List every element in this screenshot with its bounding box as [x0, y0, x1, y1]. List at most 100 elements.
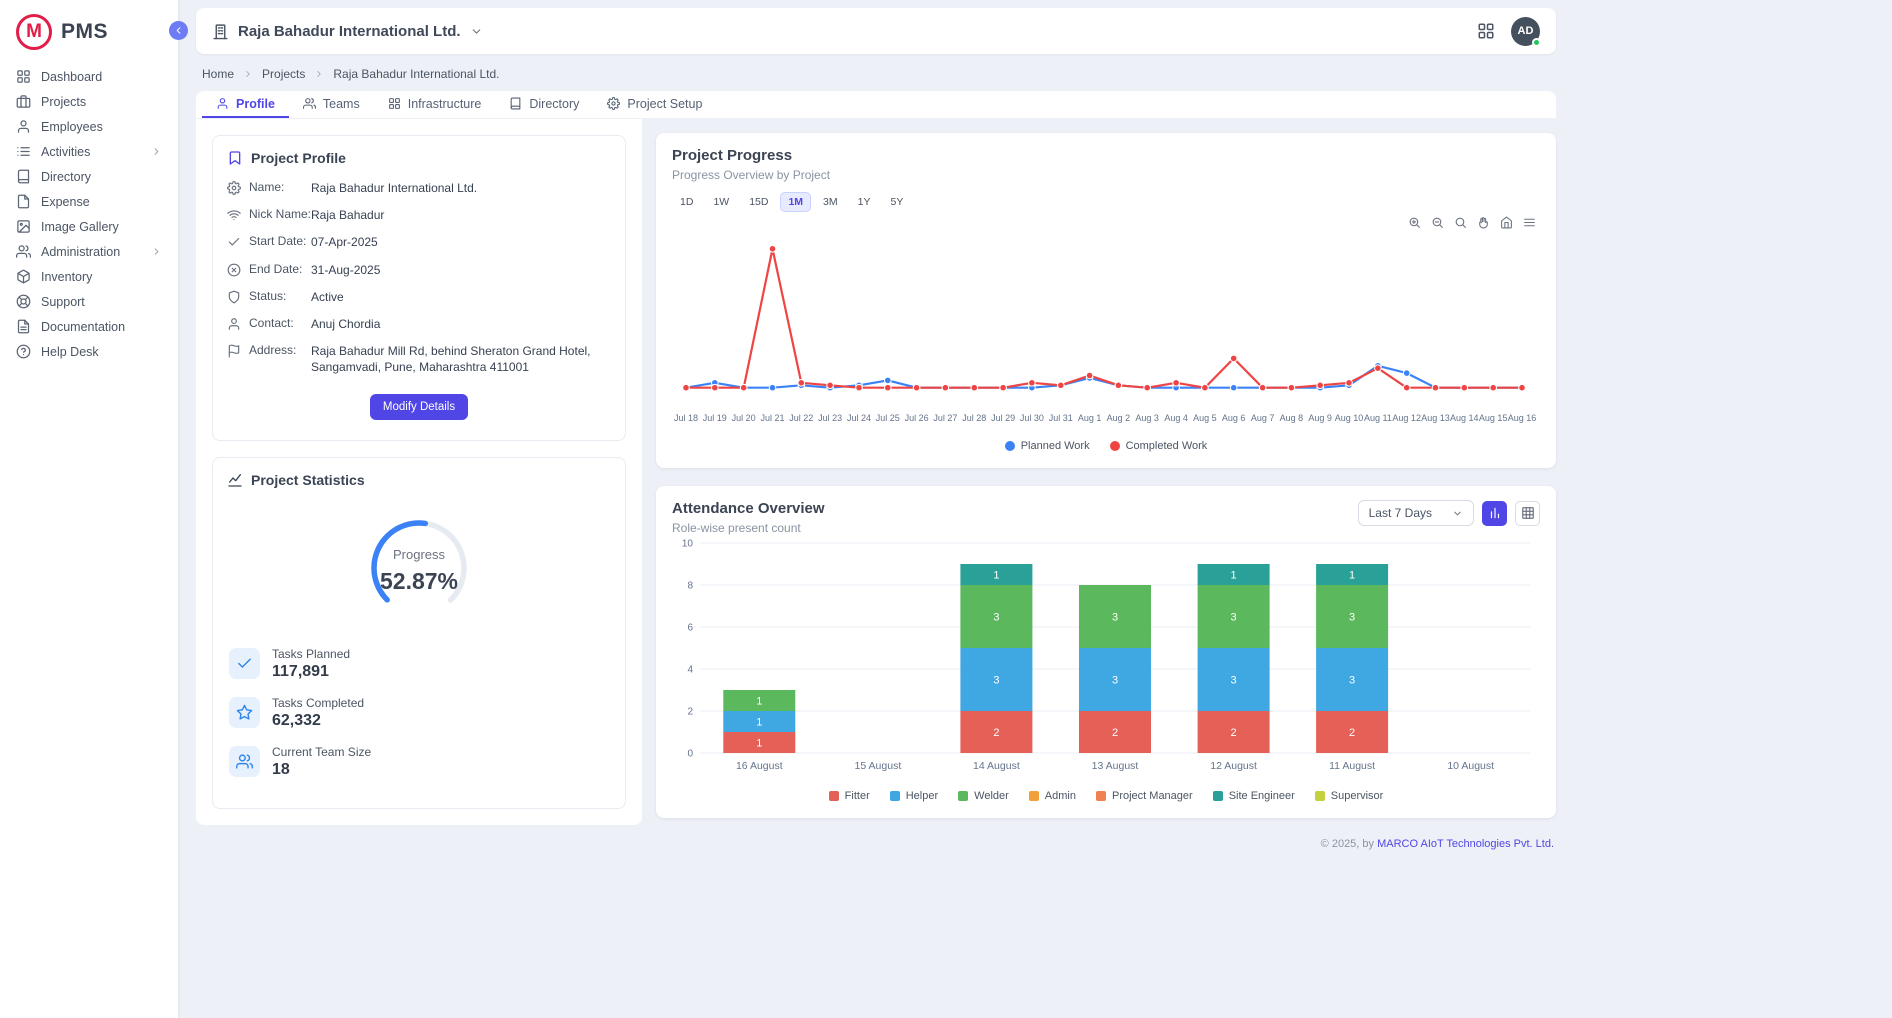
apps-menu-icon[interactable] — [1477, 22, 1495, 40]
svg-text:Jul 21: Jul 21 — [760, 413, 784, 423]
legend-item[interactable]: Admin — [1029, 790, 1076, 802]
table-view-toggle[interactable] — [1515, 501, 1540, 526]
tab-project-setup[interactable]: Project Setup — [593, 91, 716, 118]
svg-text:3: 3 — [993, 674, 999, 686]
bar-chart-icon — [1488, 506, 1502, 520]
legend-item[interactable]: Welder — [958, 790, 1009, 802]
stat-value: 18 — [272, 761, 371, 779]
tab-infrastructure[interactable]: Infrastructure — [374, 91, 496, 118]
attendance-chart[interactable]: 024681011116 August15 August233114 Augus… — [672, 535, 1540, 786]
zoom-in-icon[interactable] — [1408, 216, 1421, 229]
range-selector: 1D 1W 15D 1M 3M 1Y 5Y — [672, 192, 1540, 212]
sidebar-item-image-gallery[interactable]: Image Gallery — [0, 214, 178, 239]
field-name: Name: Raja Bahadur International Ltd. — [227, 180, 611, 196]
sidebar-item-inventory[interactable]: Inventory — [0, 264, 178, 289]
company-selector[interactable]: Raja Bahadur International Ltd. — [212, 23, 483, 40]
svg-text:Jul 23: Jul 23 — [818, 413, 842, 423]
breadcrumb-projects[interactable]: Projects — [262, 67, 305, 81]
sidebar-item-employees[interactable]: Employees — [0, 114, 178, 139]
legend-item[interactable]: Completed Work — [1110, 440, 1208, 452]
chevron-down-icon — [1452, 508, 1463, 519]
breadcrumb-home[interactable]: Home — [202, 67, 234, 81]
teams-tab-icon — [303, 97, 316, 110]
sidebar-item-label: Directory — [41, 170, 91, 184]
range-5y[interactable]: 5Y — [882, 192, 911, 212]
project-progress-chart[interactable]: Jul 18Jul 19Jul 20Jul 21Jul 22Jul 23Jul … — [672, 231, 1540, 436]
svg-text:Aug 12: Aug 12 — [1392, 413, 1421, 423]
range-15d[interactable]: 15D — [741, 192, 776, 212]
logo[interactable]: M PMS — [0, 10, 178, 64]
directory-icon — [16, 169, 31, 184]
legend-item[interactable]: Planned Work — [1005, 440, 1090, 452]
field-address: Address: Raja Bahadur Mill Rd, behind Sh… — [227, 343, 611, 375]
svg-text:3: 3 — [1231, 674, 1237, 686]
footer-company-link[interactable]: MARCO AIoT Technologies Pvt. Ltd. — [1377, 838, 1554, 850]
image-gallery-icon — [16, 219, 31, 234]
tab-label: Teams — [323, 97, 360, 111]
sidebar-item-help-desk[interactable]: Help Desk — [0, 339, 178, 364]
svg-text:10: 10 — [682, 539, 694, 550]
reset-zoom-icon[interactable] — [1500, 216, 1513, 229]
sidebar-item-support[interactable]: Support — [0, 289, 178, 314]
svg-text:8: 8 — [687, 581, 693, 592]
profile-tab-icon — [216, 97, 229, 110]
range-3m[interactable]: 3M — [815, 192, 846, 212]
chart-title: Attendance Overview — [672, 500, 825, 517]
logo-text: PMS — [61, 20, 108, 44]
field-status: Status: Active — [227, 289, 611, 305]
tab-directory[interactable]: Directory — [495, 91, 593, 118]
attendance-overview-card: Attendance Overview Role-wise present co… — [656, 486, 1556, 818]
sidebar-item-administration[interactable]: Administration — [0, 239, 178, 264]
selection-zoom-icon[interactable] — [1454, 216, 1467, 229]
sidebar-item-activities[interactable]: Activities — [0, 139, 178, 164]
dashboard-icon — [16, 69, 31, 84]
chart-view-toggle[interactable] — [1482, 501, 1507, 526]
field-label: Address: — [249, 343, 311, 357]
svg-text:Jul 22: Jul 22 — [789, 413, 813, 423]
field-value: Active — [311, 289, 611, 305]
svg-text:1: 1 — [756, 695, 762, 707]
sidebar-item-label: Expense — [41, 195, 90, 209]
administration-icon — [16, 244, 31, 259]
documentation-icon — [16, 319, 31, 334]
user-icon — [227, 317, 241, 331]
sidebar-item-documentation[interactable]: Documentation — [0, 314, 178, 339]
range-1y[interactable]: 1Y — [850, 192, 879, 212]
pan-icon[interactable] — [1477, 216, 1490, 229]
legend-item[interactable]: Fitter — [829, 790, 870, 802]
employees-icon — [16, 119, 31, 134]
breadcrumb: Home Projects Raja Bahadur International… — [202, 67, 1550, 81]
sidebar-item-expense[interactable]: Expense — [0, 189, 178, 214]
range-1d[interactable]: 1D — [672, 192, 701, 212]
sidebar-item-label: Documentation — [41, 320, 125, 334]
chart-menu-icon[interactable] — [1523, 216, 1536, 229]
svg-text:2: 2 — [1112, 727, 1118, 739]
field-value: 31-Aug-2025 — [311, 262, 611, 278]
chevron-right-icon — [151, 146, 162, 157]
modify-details-button[interactable]: Modify Details — [370, 394, 468, 420]
sidebar-item-projects[interactable]: Projects — [0, 89, 178, 114]
select-value: Last 7 Days — [1369, 506, 1432, 520]
progress-gauge: Progress 52.87% — [339, 502, 499, 632]
sidebar-item-directory[interactable]: Directory — [0, 164, 178, 189]
star-icon — [229, 697, 260, 728]
building-icon — [212, 23, 229, 40]
sidebar-item-dashboard[interactable]: Dashboard — [0, 64, 178, 89]
svg-text:2: 2 — [687, 707, 693, 718]
breadcrumb-current: Raja Bahadur International Ltd. — [333, 67, 499, 81]
range-1w[interactable]: 1W — [705, 192, 737, 212]
user-avatar[interactable]: AD — [1511, 17, 1540, 46]
legend-item[interactable]: Project Manager — [1096, 790, 1193, 802]
legend-item[interactable]: Helper — [890, 790, 938, 802]
legend-item[interactable]: Site Engineer — [1213, 790, 1295, 802]
range-1m[interactable]: 1M — [780, 192, 811, 212]
tab-profile[interactable]: Profile — [202, 91, 289, 118]
legend-item[interactable]: Supervisor — [1315, 790, 1384, 802]
zoom-out-icon[interactable] — [1431, 216, 1444, 229]
svg-text:3: 3 — [1231, 611, 1237, 623]
tab-teams[interactable]: Teams — [289, 91, 374, 118]
attendance-range-select[interactable]: Last 7 Days — [1358, 500, 1474, 526]
sidebar-collapse-button[interactable] — [169, 21, 188, 40]
broadcast-icon — [227, 208, 241, 222]
svg-text:13 August: 13 August — [1092, 760, 1139, 772]
